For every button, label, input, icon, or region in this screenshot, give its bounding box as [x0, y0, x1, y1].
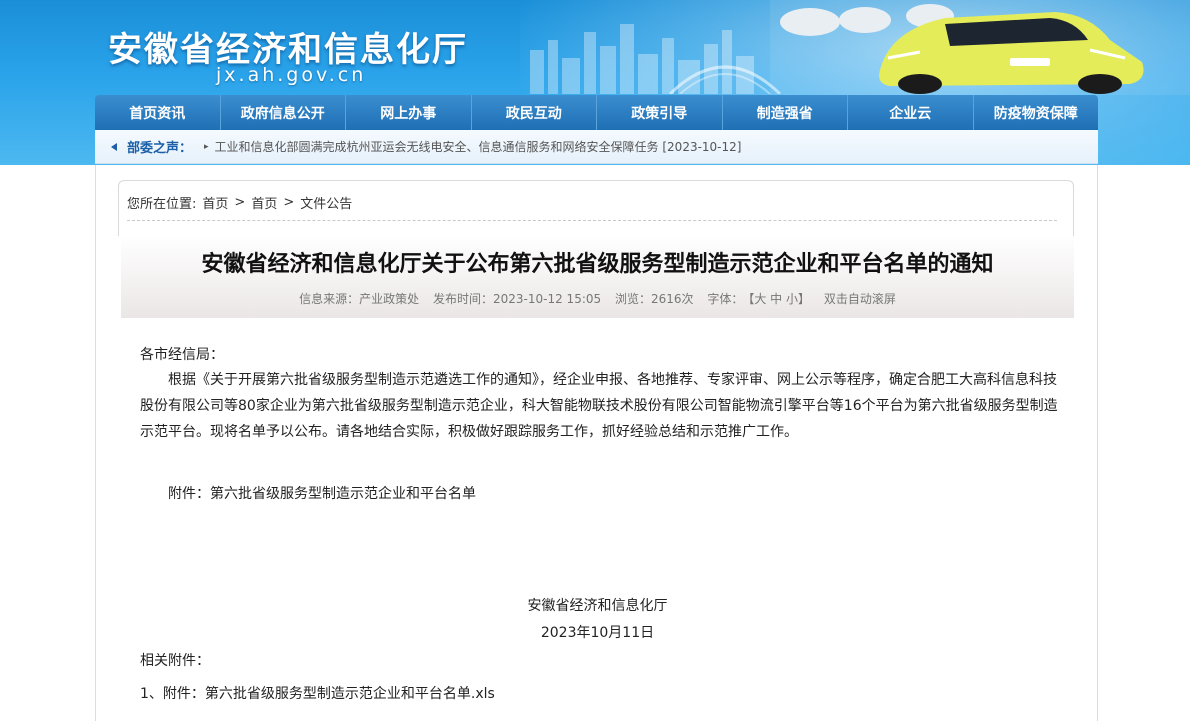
chevron-right-icon: ▸: [204, 141, 209, 152]
article-header: 安徽省经济和信息化厅关于公布第六批省级服务型制造示范企业和平台名单的通知 信息来…: [121, 236, 1074, 318]
site-domain: jx.ah.gov.cn: [216, 64, 367, 86]
news-ticker: 部委之声： ▸ 工业和信息化部圆满完成杭州亚运会无线电安全、信息通信服务和网络安…: [95, 130, 1098, 164]
breadcrumb-prefix: 您所在位置:: [127, 197, 197, 212]
breadcrumb-container: 您所在位置: 首页 > 首页 > 文件公告: [118, 180, 1074, 236]
nav-item-public-interaction[interactable]: 政民互动: [472, 95, 597, 130]
attachment-file-link[interactable]: 1、附件：第六批省级服务型制造示范企业和平台名单.xls: [140, 686, 495, 702]
nav-item-gov-info-disclosure[interactable]: 政府信息公开: [221, 95, 346, 130]
article-title: 安徽省经济和信息化厅关于公布第六批省级服务型制造示范企业和平台名单的通知: [201, 252, 994, 277]
breadcrumb-home-link-2[interactable]: 首页: [251, 193, 277, 212]
meta-source: 信息来源：产业政策处: [299, 292, 420, 306]
main-nav: 首页资讯 政府信息公开 网上办事 政民互动 政策引导 制造强省 企业云 防疫物资…: [95, 95, 1098, 130]
font-size-switcher[interactable]: 【大 中 小】: [748, 292, 810, 306]
meta-publish-time: 发布时间：2023-10-12 15:05: [433, 292, 602, 306]
nav-item-home-news[interactable]: 首页资讯: [95, 95, 221, 130]
divider: [127, 220, 1057, 221]
main-content: 您所在位置: 首页 > 首页 > 文件公告 安徽省经济和信息化厅关于公布第六批省…: [95, 165, 1098, 721]
nav-item-enterprise-cloud[interactable]: 企业云: [848, 95, 974, 130]
related-attachments-label: 相关附件：: [140, 653, 210, 669]
attachment-list: 1、附件：第六批省级服务型制造示范企业和平台名单.xls: [140, 681, 1060, 707]
nav-item-epidemic-supplies[interactable]: 防疫物资保障: [974, 95, 1099, 130]
breadcrumb: 您所在位置: 首页 > 首页 > 文件公告: [127, 193, 358, 212]
breadcrumb-home-link[interactable]: 首页: [202, 193, 228, 212]
autoscroll-toggle[interactable]: 双击自动滚屏: [824, 292, 896, 306]
breadcrumb-separator: >: [234, 195, 246, 210]
signing-organization: 安徽省经济和信息化厅: [527, 598, 668, 614]
signing-date: 2023年10月11日: [540, 625, 655, 641]
attachment-note: 附件：第六批省级服务型制造示范企业和平台名单: [168, 486, 476, 502]
breadcrumb-announcements-link[interactable]: 文件公告: [300, 193, 352, 212]
article-body: 根据《关于开展第六批省级服务型制造示范遴选工作的通知》，经企业申报、各地推荐、专…: [140, 372, 1058, 440]
nav-item-policy-guidance[interactable]: 政策引导: [597, 95, 723, 130]
breadcrumb-separator: >: [283, 195, 295, 210]
meta-font-label: 字体：: [707, 292, 744, 306]
ticker-headline-link[interactable]: 工业和信息化部圆满完成杭州亚运会无线电安全、信息通信服务和网络安全保障任务 [2…: [215, 138, 742, 155]
ticker-label: 部委之声：: [127, 141, 193, 156]
nav-item-manufacturing[interactable]: 制造强省: [723, 95, 848, 130]
speaker-icon: [111, 142, 117, 151]
nav-item-online-services[interactable]: 网上办事: [346, 95, 472, 130]
electric-car-illustration: [770, 0, 1190, 95]
salutation: 各市经信局：: [140, 347, 224, 363]
meta-views: 浏览：2616次: [614, 292, 694, 306]
article-meta: 信息来源：产业政策处 发布时间：2023-10-12 15:05 浏览：2616…: [121, 290, 1074, 307]
